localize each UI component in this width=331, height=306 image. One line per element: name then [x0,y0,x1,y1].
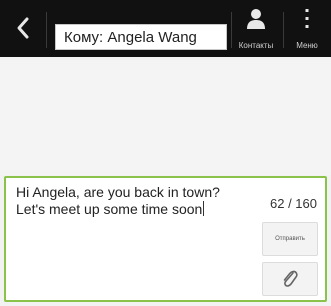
message-line-1: Hi Angela, are you back in town? [16,184,220,200]
chevron-left-icon [17,17,29,39]
attach-button[interactable] [262,262,318,296]
message-input[interactable]: Hi Angela, are you back in town? Let's m… [16,184,256,218]
send-button-label: Отправить [275,236,305,242]
contacts-label: Контакты [238,41,274,50]
message-line-2: Let's meet up some time soon [16,201,203,217]
contacts-button[interactable]: Контакты [232,6,280,52]
conversation-area[interactable] [0,57,331,175]
paperclip-icon [283,270,298,287]
back-button[interactable] [10,14,38,42]
compose-box: Hi Angela, are you back in town? Let's m… [4,176,327,302]
divider [283,12,284,48]
messaging-screen: Кому: Angela Wang Контакты Меню Hi Angel… [0,0,331,306]
menu-label: Меню [296,41,318,50]
divider [46,12,47,48]
menu-button[interactable]: Меню [285,6,329,52]
send-button[interactable]: Отправить [262,222,318,256]
person-icon [247,9,265,29]
top-bar: Кому: Angela Wang Контакты Меню [0,0,331,57]
text-cursor [203,201,205,216]
recipient-field[interactable]: Кому: Angela Wang [55,24,227,50]
vertical-dots-icon [305,9,309,28]
character-counter: 62 / 160 [270,196,317,211]
